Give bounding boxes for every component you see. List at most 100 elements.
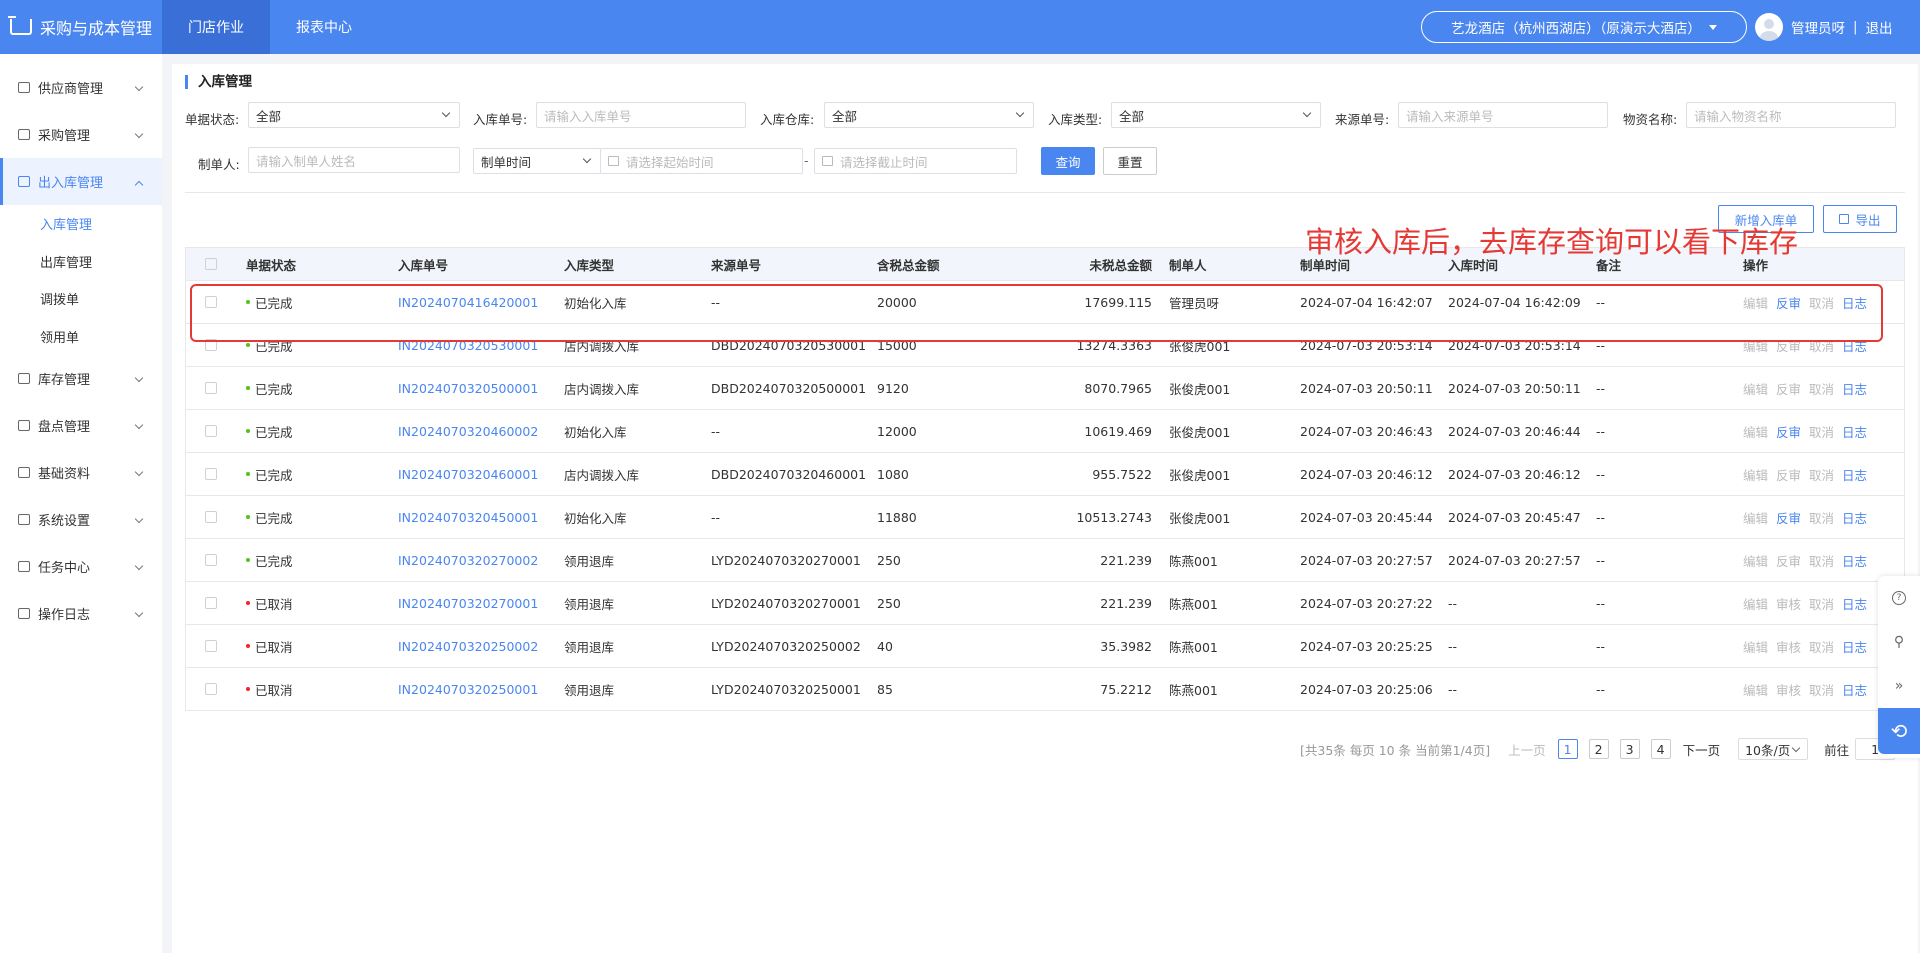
prev-page-button[interactable]: 上一页 — [1508, 740, 1546, 759]
op-link-3[interactable]: 日志 — [1842, 680, 1867, 699]
op-link-0[interactable]: 编辑 — [1743, 293, 1768, 312]
op-link-0[interactable]: 编辑 — [1743, 680, 1768, 699]
logout-link[interactable]: 退出 — [1866, 17, 1893, 37]
op-link-2[interactable]: 取消 — [1809, 293, 1834, 312]
op-link-1[interactable]: 反审 — [1776, 379, 1801, 398]
op-link-3[interactable]: 日志 — [1842, 508, 1867, 527]
sidebar-item-inventory[interactable]: 库存管理 — [0, 355, 162, 402]
row-checkbox[interactable] — [205, 296, 217, 308]
cell-in-no-link[interactable]: IN2024070320250001 — [398, 682, 564, 697]
row-checkbox[interactable] — [205, 683, 217, 695]
row-checkbox[interactable] — [205, 382, 217, 394]
export-button[interactable]: 导出 — [1823, 205, 1897, 233]
op-link-0[interactable]: 编辑 — [1743, 422, 1768, 441]
sidebar-item-inout[interactable]: 出入库管理 — [0, 158, 162, 205]
op-link-1[interactable]: 审核 — [1776, 594, 1801, 613]
row-checkbox[interactable] — [205, 640, 217, 652]
service-button[interactable]: ⟲ — [1878, 708, 1920, 754]
op-link-1[interactable]: 反审 — [1776, 293, 1801, 312]
cell-in-no-link[interactable]: IN2024070320250002 — [398, 639, 564, 654]
op-link-0[interactable]: 编辑 — [1743, 465, 1768, 484]
op-link-0[interactable]: 编辑 — [1743, 336, 1768, 355]
reset-button[interactable]: 重置 — [1103, 147, 1157, 175]
page-size-select[interactable]: 10条/页 — [1738, 738, 1809, 760]
cell-in-no-link[interactable]: IN2024070320270002 — [398, 553, 564, 568]
op-link-0[interactable]: 编辑 — [1743, 551, 1768, 570]
src-no-input[interactable]: 请输入来源单号 — [1398, 102, 1608, 128]
collapse-button[interactable]: » — [1878, 664, 1920, 708]
sidebar-sub-transfer[interactable]: 调拨单 — [0, 280, 162, 318]
op-link-2[interactable]: 取消 — [1809, 379, 1834, 398]
op-link-3[interactable]: 日志 — [1842, 594, 1867, 613]
op-link-2[interactable]: 取消 — [1809, 594, 1834, 613]
sidebar-sub-outbound[interactable]: 出库管理 — [0, 243, 162, 281]
status-select[interactable]: 全部 — [248, 102, 460, 128]
sidebar-sub-requisition[interactable]: 领用单 — [0, 318, 162, 356]
cell-in-no-link[interactable]: IN2024070320460001 — [398, 467, 564, 482]
op-link-1[interactable]: 反审 — [1776, 508, 1801, 527]
op-link-0[interactable]: 编辑 — [1743, 637, 1768, 656]
op-link-0[interactable]: 编辑 — [1743, 508, 1768, 527]
page-button[interactable]: 3 — [1619, 739, 1640, 759]
time-type-select[interactable]: 制单时间 — [473, 148, 601, 174]
start-time-picker[interactable]: 请选择起始时间 — [600, 148, 803, 174]
next-page-button[interactable]: 下一页 — [1683, 740, 1721, 759]
row-checkbox[interactable] — [205, 468, 217, 480]
avatar[interactable] — [1755, 13, 1783, 41]
link-button[interactable]: ⚲ — [1878, 620, 1920, 664]
help-button[interactable]: ? — [1878, 576, 1920, 620]
op-link-2[interactable]: 取消 — [1809, 680, 1834, 699]
query-button[interactable]: 查询 — [1041, 147, 1095, 175]
page-button[interactable]: 2 — [1588, 739, 1609, 759]
op-link-1[interactable]: 审核 — [1776, 680, 1801, 699]
op-link-3[interactable]: 日志 — [1842, 379, 1867, 398]
row-checkbox[interactable] — [205, 425, 217, 437]
cell-in-no-link[interactable]: IN2024070320450001 — [398, 510, 564, 525]
op-link-3[interactable]: 日志 — [1842, 422, 1867, 441]
page-button[interactable]: 1 — [1557, 739, 1578, 759]
cell-in-no-link[interactable]: IN2024070320530001 — [398, 338, 564, 353]
op-link-0[interactable]: 编辑 — [1743, 379, 1768, 398]
op-link-0[interactable]: 编辑 — [1743, 594, 1768, 613]
sidebar-item-supplier[interactable]: 供应商管理 — [0, 64, 162, 111]
op-link-3[interactable]: 日志 — [1842, 336, 1867, 355]
warehouse-select[interactable]: 全部 — [824, 102, 1034, 128]
sidebar-item-purchase[interactable]: 采购管理 — [0, 111, 162, 158]
op-link-1[interactable]: 反审 — [1776, 551, 1801, 570]
app-logo[interactable]: 采购与成本管理 — [8, 0, 152, 54]
op-link-2[interactable]: 取消 — [1809, 336, 1834, 355]
material-input[interactable]: 请输入物资名称 — [1686, 102, 1896, 128]
user-name[interactable]: 管理员呀 — [1791, 17, 1845, 37]
op-link-2[interactable]: 取消 — [1809, 422, 1834, 441]
row-checkbox[interactable] — [205, 597, 217, 609]
op-link-3[interactable]: 日志 — [1842, 293, 1867, 312]
end-time-picker[interactable]: 请选择截止时间 — [814, 148, 1017, 174]
in-type-select[interactable]: 全部 — [1111, 102, 1321, 128]
maker-input[interactable]: 请输入制单人姓名 — [248, 147, 460, 173]
op-link-1[interactable]: 反审 — [1776, 336, 1801, 355]
sidebar-item-tasks[interactable]: 任务中心 — [0, 543, 162, 590]
op-link-1[interactable]: 反审 — [1776, 422, 1801, 441]
row-checkbox[interactable] — [205, 511, 217, 523]
sidebar-item-oplog[interactable]: 操作日志 — [0, 590, 162, 637]
cell-in-no-link[interactable]: IN2024070416420001 — [398, 295, 564, 310]
row-checkbox[interactable] — [205, 554, 217, 566]
cell-in-no-link[interactable]: IN2024070320500001 — [398, 381, 564, 396]
op-link-1[interactable]: 审核 — [1776, 637, 1801, 656]
op-link-3[interactable]: 日志 — [1842, 637, 1867, 656]
sidebar-item-stocktake[interactable]: 盘点管理 — [0, 402, 162, 449]
sidebar-item-basedata[interactable]: 基础资料 — [0, 449, 162, 496]
sidebar-sub-inbound[interactable]: 入库管理 — [0, 205, 162, 243]
row-checkbox[interactable] — [205, 339, 217, 351]
op-link-2[interactable]: 取消 — [1809, 465, 1834, 484]
store-selector[interactable]: 艺龙酒店（杭州西湖店）（原演示大酒店） — [1421, 11, 1747, 43]
cell-in-no-link[interactable]: IN2024070320460002 — [398, 424, 564, 439]
select-all-checkbox[interactable] — [205, 258, 217, 270]
op-link-1[interactable]: 反审 — [1776, 465, 1801, 484]
in-no-input[interactable]: 请输入入库单号 — [536, 102, 746, 128]
sidebar-item-settings[interactable]: 系统设置 — [0, 496, 162, 543]
topnav-report-center[interactable]: 报表中心 — [270, 0, 378, 54]
new-inbound-button[interactable]: 新增入库单 — [1718, 205, 1814, 233]
op-link-2[interactable]: 取消 — [1809, 508, 1834, 527]
op-link-2[interactable]: 取消 — [1809, 551, 1834, 570]
